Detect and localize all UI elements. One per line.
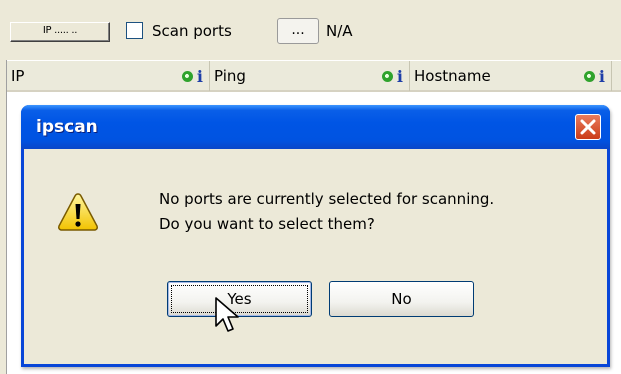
close-icon [580,119,596,135]
eye-icon[interactable] [381,71,393,82]
confirm-dialog: ipscan No ports are currently selected f… [21,105,610,367]
mouse-pointer-icon [215,297,239,332]
toolbar: IP ..... .. Scan ports ... N/A [0,0,621,60]
info-icon[interactable]: i [397,62,403,92]
ip-range-button[interactable]: IP ..... .. [10,22,110,42]
scan-ports-label[interactable]: Scan ports [152,21,232,41]
window-edge [0,60,7,374]
column-header-hostname[interactable]: Hostname i [410,61,612,91]
info-icon[interactable]: i [599,62,605,92]
column-header-ip[interactable]: IP i [7,61,210,91]
ports-browse-button[interactable]: ... [277,18,319,44]
message-line: No ports are currently selected for scan… [159,190,495,208]
scan-ports-checkbox[interactable] [126,22,143,39]
column-label: Hostname [414,67,491,85]
eye-icon[interactable] [583,71,595,82]
message-line: Do you want to select them? [159,215,375,233]
no-button[interactable]: No [329,281,474,317]
dialog-message: No ports are currently selected for scan… [159,187,494,237]
column-label: Ping [214,67,246,85]
eye-icon[interactable] [181,71,193,82]
column-header-ping[interactable]: Ping i [210,61,410,91]
info-icon[interactable]: i [197,62,203,92]
dialog-titlebar[interactable]: ipscan [21,105,610,149]
warning-icon [58,193,98,231]
results-list-header: IP i Ping i Hostname i [7,60,621,92]
no-button-label: No [391,290,412,308]
dialog-title: ipscan [36,117,98,137]
column-label: IP [11,67,25,85]
close-button[interactable] [575,114,601,140]
ports-status-text: N/A [326,22,353,40]
